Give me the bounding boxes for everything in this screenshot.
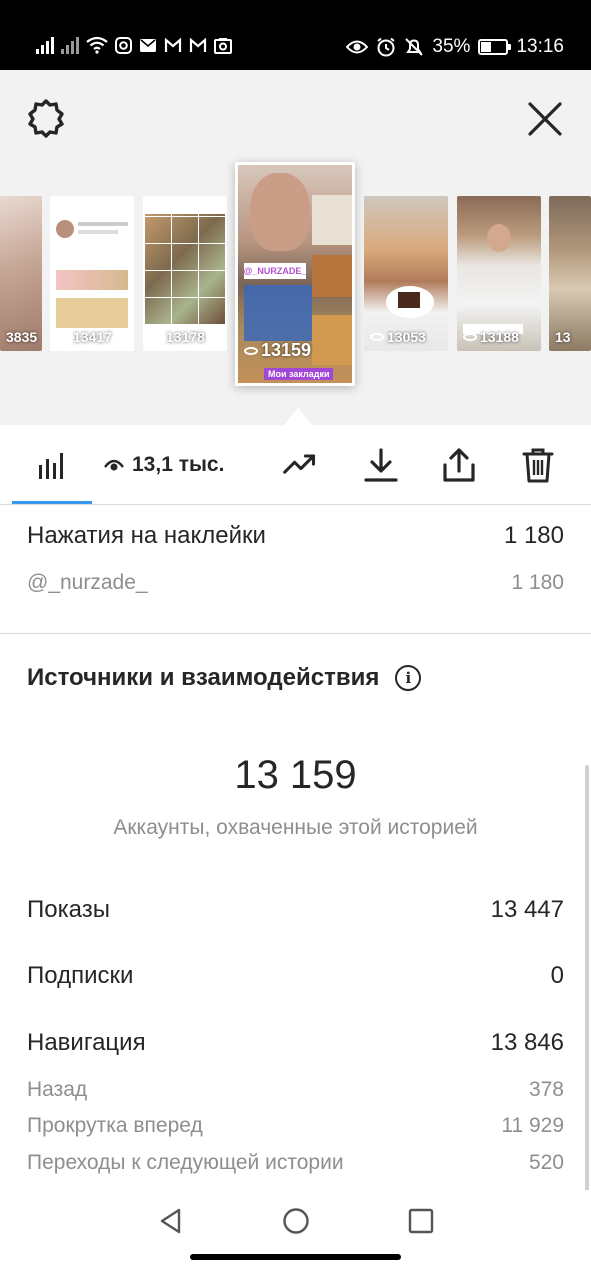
alarm-icon — [377, 37, 396, 57]
follows-value: 0 — [550, 962, 564, 989]
clock: 13:16 — [516, 36, 564, 57]
story-thumbnail[interactable]: 13417 — [50, 196, 134, 351]
back-label: Назад — [27, 1078, 88, 1101]
signal-2-icon — [61, 36, 79, 54]
trash-icon[interactable] — [520, 447, 556, 483]
forward-row: Прокрутка вперед 11 929 — [27, 1114, 564, 1138]
gmail-2-icon — [189, 37, 207, 52]
back-value: 378 — [528, 1078, 564, 1101]
follows-label: Подписки — [27, 962, 134, 989]
home-indicator[interactable] — [190, 1254, 401, 1260]
impressions-row: Показы 13 447 — [27, 896, 564, 924]
story-mention-sticker: @_NURZADE_ — [244, 263, 306, 279]
eye-icon — [346, 40, 369, 54]
story-thumbnail[interactable]: 13178 — [143, 196, 227, 351]
story-view-count: 13053 — [370, 329, 426, 345]
sticker-taps-value: 1 180 — [503, 522, 564, 549]
signal-icon — [36, 36, 54, 54]
story-view-count: 13178 — [149, 329, 205, 345]
status-right-icons: 35% 13:16 — [346, 36, 564, 58]
info-icon[interactable]: i — [395, 665, 422, 691]
active-tab-indicator — [12, 501, 92, 504]
status-bar: 35% 13:16 — [0, 0, 591, 70]
sticker-account-label: @_nurzade_ — [27, 571, 148, 594]
battery-icon — [478, 39, 512, 55]
gear-icon[interactable] — [26, 98, 66, 138]
home-icon[interactable] — [281, 1206, 311, 1236]
impressions-label: Показы — [27, 896, 110, 923]
story-thumbnail[interactable]: 13188 — [457, 196, 541, 351]
sticker-taps-label: Нажатия на наклейки — [27, 522, 266, 549]
bar-chart-icon[interactable] — [34, 447, 70, 483]
follows-row: Подписки 0 — [27, 962, 564, 990]
story-thumbnail-selected[interactable]: @_NURZADE_ 13159 Мои закладки — [235, 162, 355, 386]
trending-icon[interactable] — [282, 447, 318, 483]
story-carousel-area: 3835 13417 13178 @_NURZADE_ 13159 Мои за… — [0, 70, 591, 425]
section-divider — [0, 633, 591, 634]
impressions-value: 13 447 — [490, 896, 564, 923]
back-row: Назад 378 — [27, 1078, 564, 1102]
next-story-value: 520 — [528, 1151, 564, 1174]
sticker-account-row: @_nurzade_ 1 180 — [27, 571, 564, 595]
photo-icon — [214, 37, 232, 54]
next-story-label: Переходы к следующей истории — [27, 1151, 344, 1174]
share-icon[interactable] — [441, 447, 477, 483]
instagram-icon — [115, 36, 132, 54]
mail-icon — [140, 38, 156, 52]
sticker-taps-row: Нажатия на наклейки 1 180 — [27, 522, 564, 550]
views-count: 13,1 тыс. — [132, 453, 225, 476]
selected-story-pointer — [284, 408, 312, 425]
navigation-label: Навигация — [27, 1029, 146, 1056]
eye-icon — [104, 459, 124, 471]
reach-label: Аккаунты, охваченные этой историей — [113, 816, 478, 839]
story-view-count: 13159 — [244, 340, 311, 361]
mute-icon — [405, 38, 424, 56]
battery-percent: 35% — [432, 36, 471, 57]
story-view-count: 13188 — [463, 329, 519, 345]
status-left-icons — [36, 36, 232, 54]
navigation-row: Навигация 13 846 — [27, 1029, 564, 1057]
story-view-count: 13 — [555, 329, 571, 345]
reach-count: 13 159 — [234, 753, 357, 797]
sticker-account-value: 1 180 — [511, 571, 564, 594]
story-thumbnail[interactable]: 13053 — [364, 196, 448, 351]
sources-title-text: Источники и взаимодействия — [27, 664, 380, 691]
recents-icon[interactable] — [406, 1206, 436, 1236]
back-icon[interactable] — [156, 1206, 186, 1236]
gmail-icon — [164, 37, 182, 52]
close-icon[interactable] — [524, 98, 566, 140]
forward-value: 11 929 — [501, 1114, 564, 1137]
forward-label: Прокрутка вперед — [27, 1114, 203, 1137]
story-view-count: 3835 — [6, 329, 38, 345]
scrollbar[interactable] — [585, 765, 589, 1195]
sources-section-title: Источники и взаимодействия i — [27, 664, 422, 692]
download-icon[interactable] — [363, 447, 399, 483]
system-nav-bar — [0, 1190, 591, 1280]
insights-tab-bar: 13,1 тыс. — [0, 425, 591, 505]
navigation-value: 13 846 — [490, 1029, 564, 1056]
story-thumbnail[interactable]: 13 — [549, 196, 591, 351]
views-tab[interactable]: 13,1 тыс. — [104, 453, 224, 477]
story-view-count: 13417 — [56, 329, 112, 345]
wifi-icon — [86, 36, 108, 54]
story-caption: Мои закладки — [264, 368, 334, 380]
next-story-row: Переходы к следующей истории 520 — [27, 1151, 564, 1175]
story-thumbnail[interactable]: 3835 — [0, 196, 42, 351]
